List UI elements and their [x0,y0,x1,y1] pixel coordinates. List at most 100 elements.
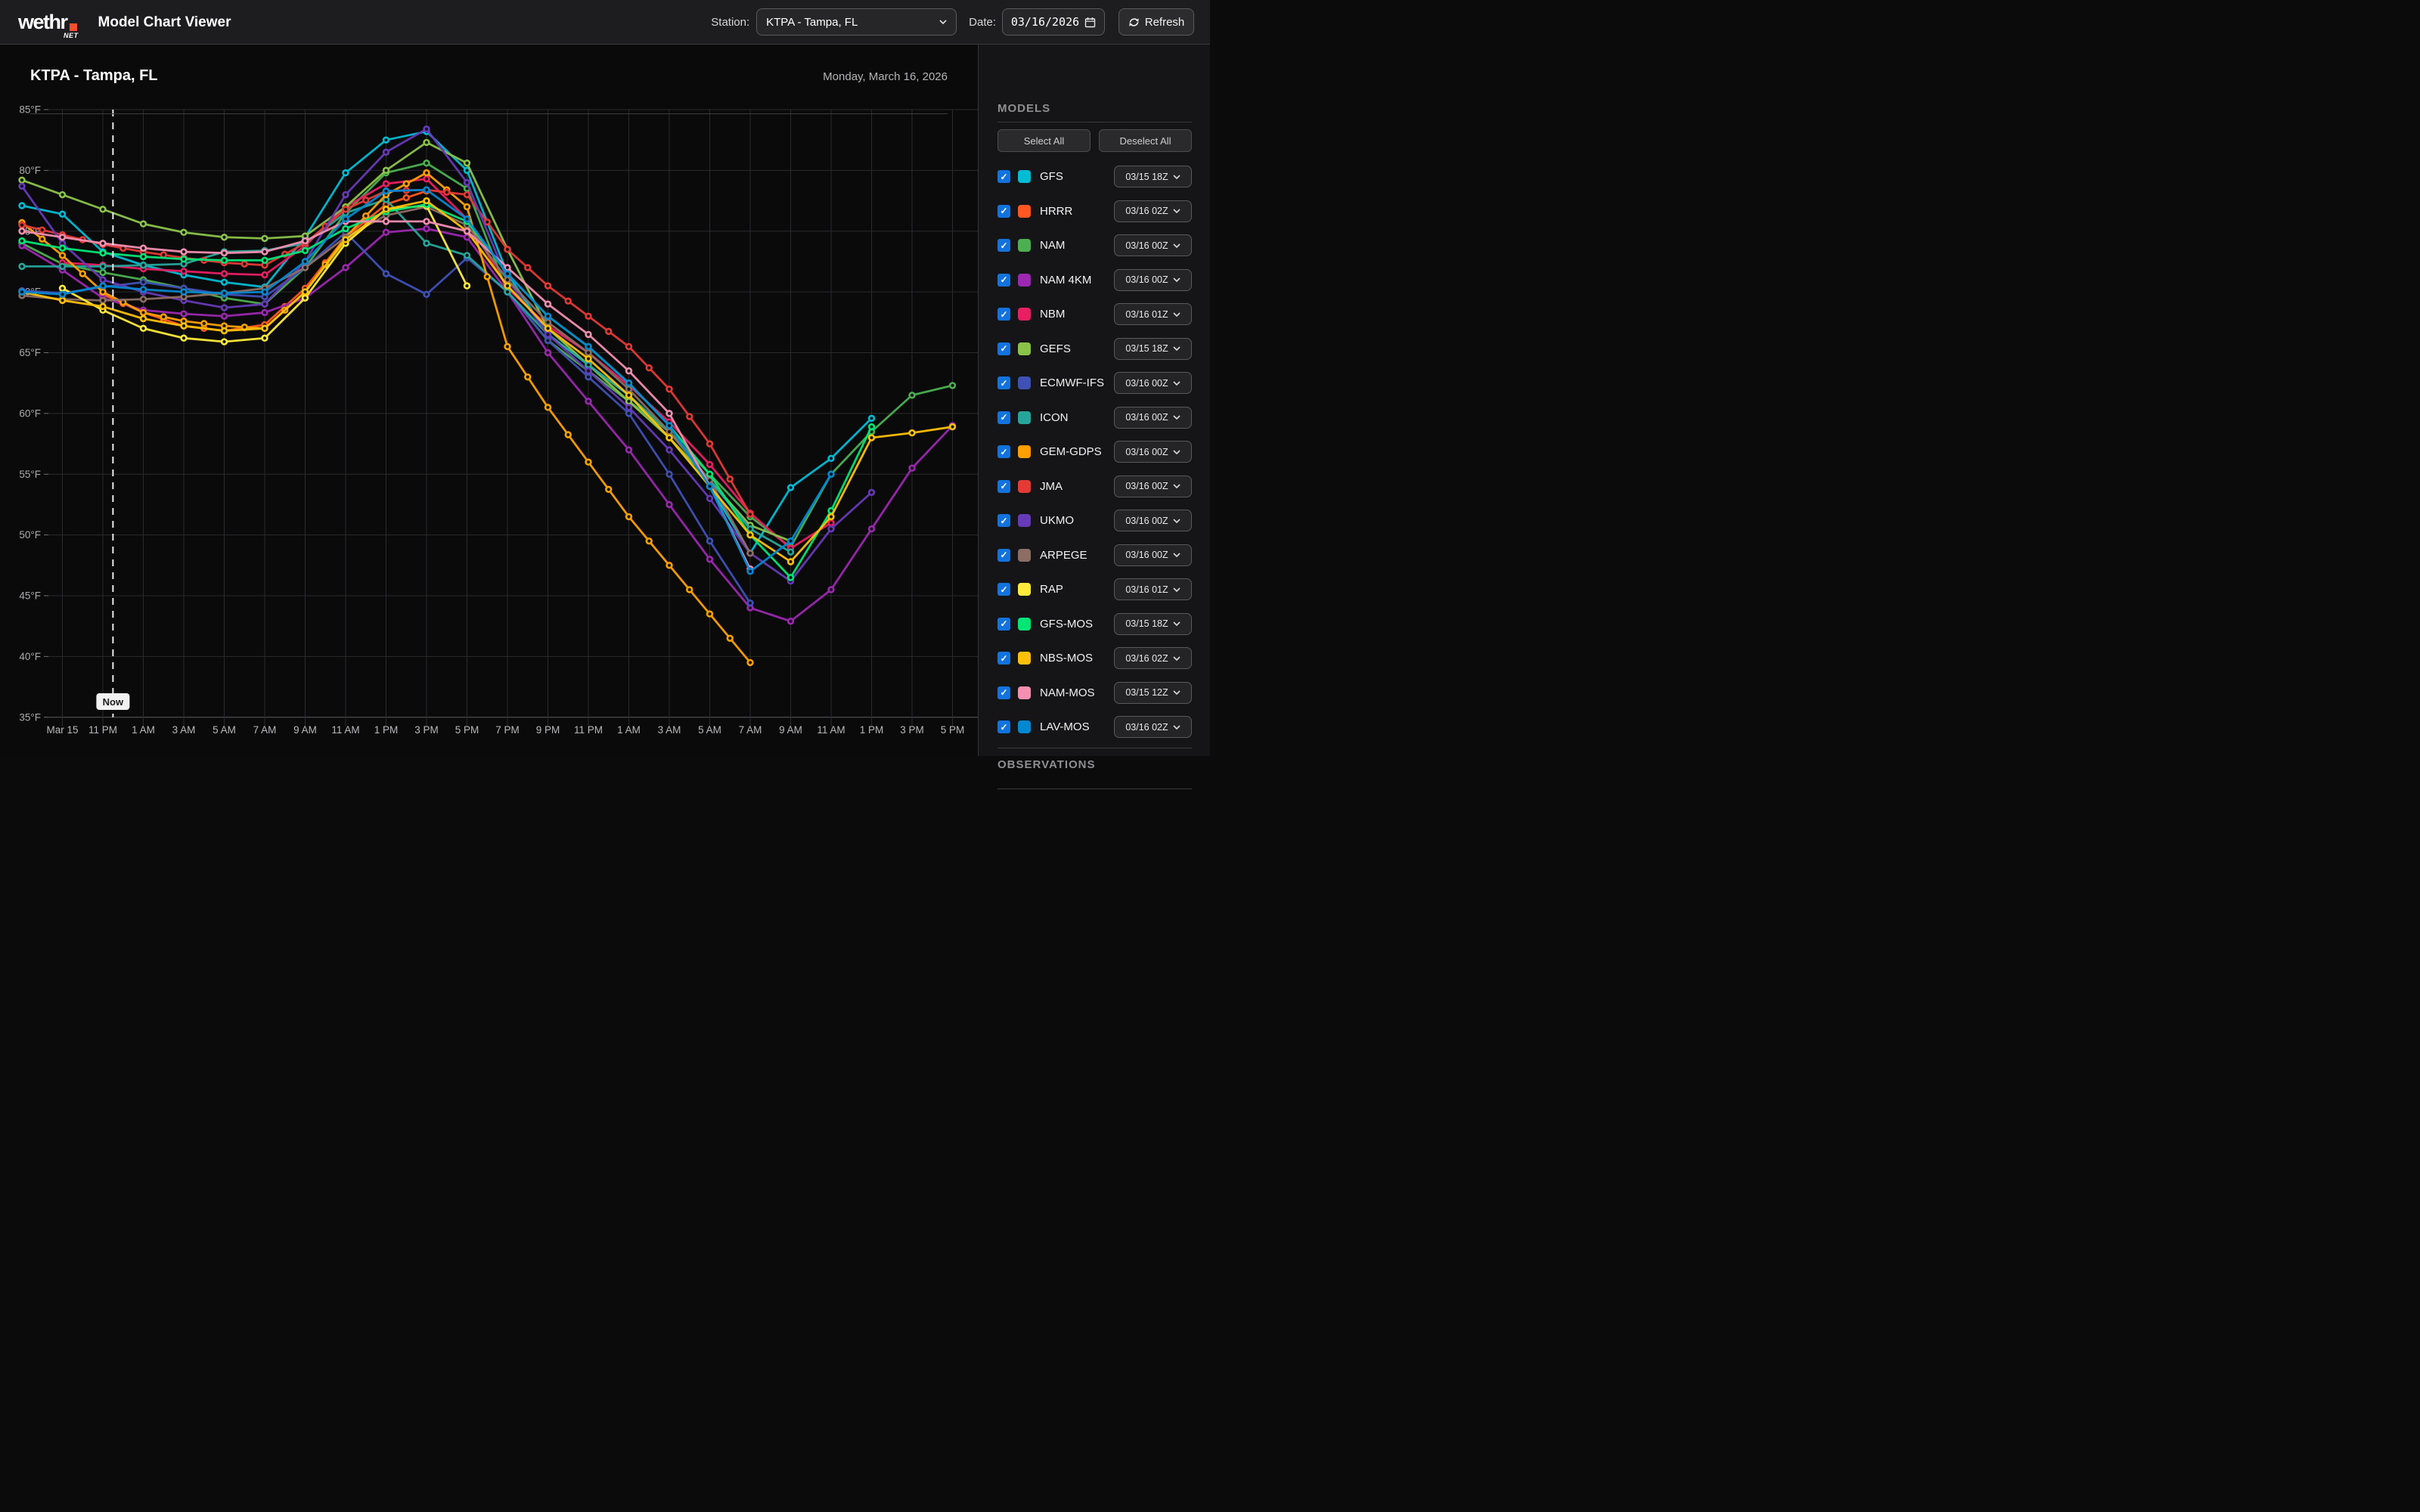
data-point[interactable] [222,328,227,333]
data-point[interactable] [302,248,308,253]
data-point[interactable] [444,190,449,195]
data-point[interactable] [464,216,470,222]
data-point[interactable] [302,259,308,265]
data-point[interactable] [60,286,65,291]
data-point[interactable] [586,460,591,465]
data-point[interactable] [383,188,389,194]
data-point[interactable] [141,326,146,331]
data-point[interactable] [464,228,470,234]
model-checkbox[interactable]: ✓ [997,514,1010,527]
data-point[interactable] [39,228,45,233]
data-point[interactable] [464,234,470,240]
data-point[interactable] [586,332,591,337]
data-point[interactable] [222,250,227,256]
data-point[interactable] [748,550,753,556]
data-point[interactable] [626,448,631,453]
data-point[interactable] [222,339,227,345]
data-point[interactable] [626,344,631,349]
data-point[interactable] [101,298,106,303]
data-point[interactable] [788,559,793,565]
model-checkbox[interactable]: ✓ [997,411,1010,424]
data-point[interactable] [667,411,672,416]
data-point[interactable] [141,316,146,321]
data-point[interactable] [869,424,874,429]
data-point[interactable] [262,249,268,255]
data-point[interactable] [788,538,793,544]
data-point[interactable] [707,556,712,562]
model-checkbox[interactable]: ✓ [997,170,1010,183]
data-point[interactable] [626,398,631,404]
deselect-all-button[interactable]: Deselect All [1099,129,1192,152]
data-point[interactable] [262,302,268,307]
data-point[interactable] [626,380,631,386]
model-run-select[interactable]: 03/15 18Z [1114,613,1192,635]
data-point[interactable] [606,329,611,334]
wethr-logo[interactable]: wethr NET [18,12,77,33]
data-point[interactable] [161,253,166,258]
data-point[interactable] [101,250,106,256]
model-checkbox[interactable]: ✓ [997,239,1010,252]
data-point[interactable] [182,268,187,274]
data-point[interactable] [707,496,712,501]
data-point[interactable] [586,398,591,404]
data-point[interactable] [222,258,227,263]
data-point[interactable] [182,256,187,262]
station-select[interactable]: KTPA - Tampa, FL [756,8,957,36]
data-point[interactable] [505,284,510,289]
data-point[interactable] [667,423,672,429]
model-checkbox[interactable]: ✓ [997,618,1010,631]
data-point[interactable] [20,222,25,228]
model-run-select[interactable]: 03/15 18Z [1114,166,1192,187]
data-point[interactable] [586,314,591,319]
data-point[interactable] [485,274,490,280]
data-point[interactable] [566,299,571,304]
data-point[interactable] [505,246,510,252]
model-run-select[interactable]: 03/16 01Z [1114,578,1192,600]
data-point[interactable] [141,246,146,251]
model-checkbox[interactable]: ✓ [997,205,1010,218]
series-line-ukmo[interactable] [22,129,872,581]
model-checkbox[interactable]: ✓ [997,720,1010,733]
data-point[interactable] [545,302,551,307]
data-point[interactable] [728,636,733,641]
data-point[interactable] [262,326,268,331]
data-point[interactable] [262,272,268,277]
data-point[interactable] [404,195,409,200]
data-point[interactable] [647,538,652,544]
series-line-gefs[interactable] [22,142,791,541]
model-run-select[interactable]: 03/16 00Z [1114,234,1192,256]
data-point[interactable] [728,476,733,482]
data-point[interactable] [20,203,25,209]
data-point[interactable] [626,368,631,373]
data-point[interactable] [262,336,268,341]
data-point[interactable] [424,126,430,132]
data-point[interactable] [60,264,65,269]
data-point[interactable] [101,270,106,275]
data-point[interactable] [383,218,389,224]
model-run-select[interactable]: 03/16 00Z [1114,510,1192,531]
data-point[interactable] [505,344,510,349]
data-point[interactable] [869,435,874,441]
model-checkbox[interactable]: ✓ [997,549,1010,562]
data-point[interactable] [586,350,591,355]
data-point[interactable] [222,305,227,311]
data-point[interactable] [566,432,571,438]
data-point[interactable] [222,314,227,319]
data-point[interactable] [262,310,268,315]
data-point[interactable] [424,160,430,166]
data-point[interactable] [182,230,187,235]
data-point[interactable] [829,514,834,519]
data-point[interactable] [829,587,834,593]
model-checkbox[interactable]: ✓ [997,445,1010,458]
data-point[interactable] [141,296,146,302]
data-point[interactable] [20,290,25,295]
data-point[interactable] [141,262,146,268]
data-point[interactable] [829,526,834,531]
data-point[interactable] [20,178,25,183]
data-point[interactable] [910,466,915,471]
data-point[interactable] [302,265,308,271]
data-point[interactable] [60,212,65,217]
data-point[interactable] [343,216,349,222]
data-point[interactable] [667,448,672,453]
data-point[interactable] [626,411,631,416]
